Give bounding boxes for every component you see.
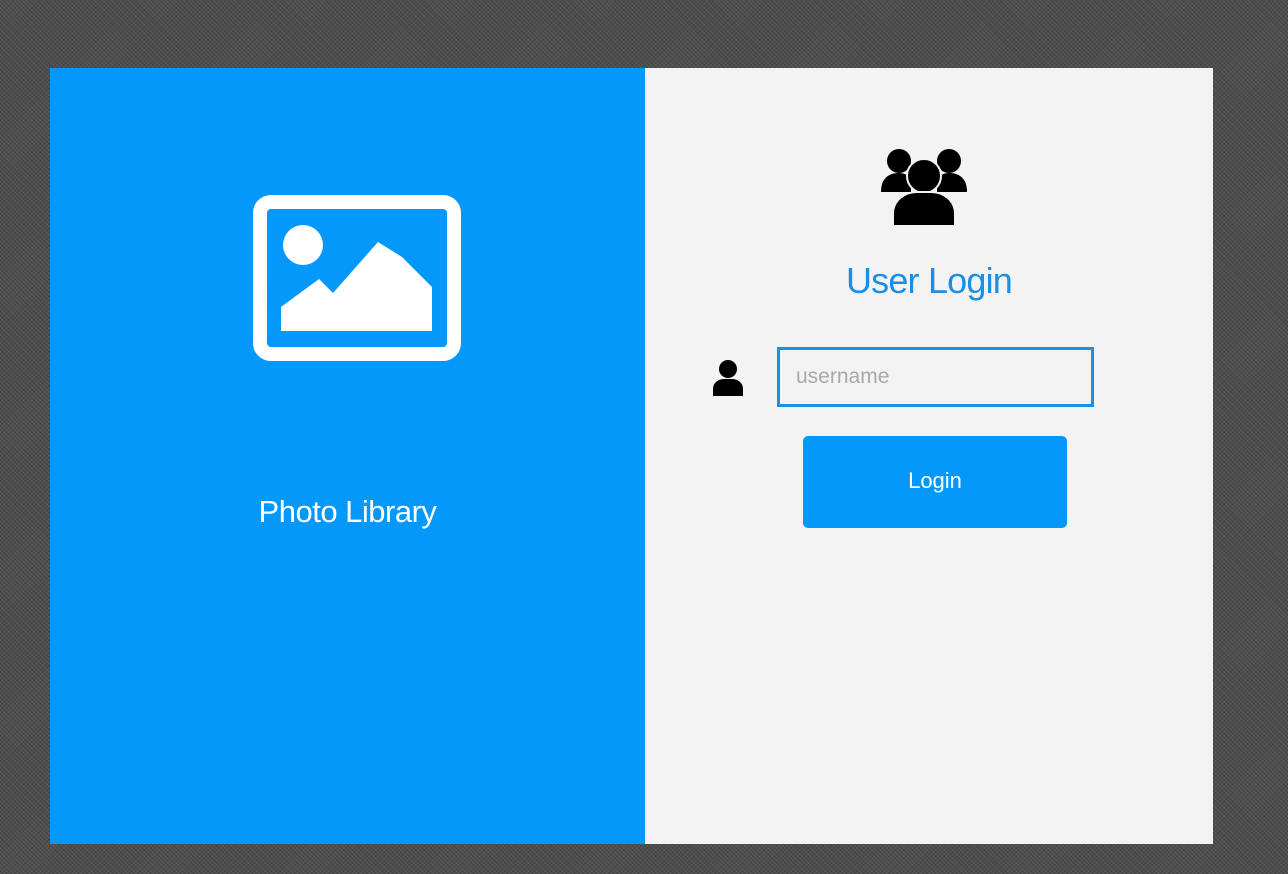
- users-group-icon: [881, 149, 967, 226]
- login-button[interactable]: Login: [803, 436, 1067, 528]
- login-panel: User Login Login: [645, 68, 1213, 844]
- login-heading: User Login: [845, 260, 1013, 301]
- login-window: Photo Library User Login Login: [50, 68, 1213, 844]
- brand-title: Photo Library: [258, 494, 437, 529]
- image-icon: [253, 195, 461, 361]
- username-input[interactable]: [777, 347, 1094, 407]
- brand-panel: Photo Library: [50, 68, 645, 844]
- user-icon: [713, 360, 743, 396]
